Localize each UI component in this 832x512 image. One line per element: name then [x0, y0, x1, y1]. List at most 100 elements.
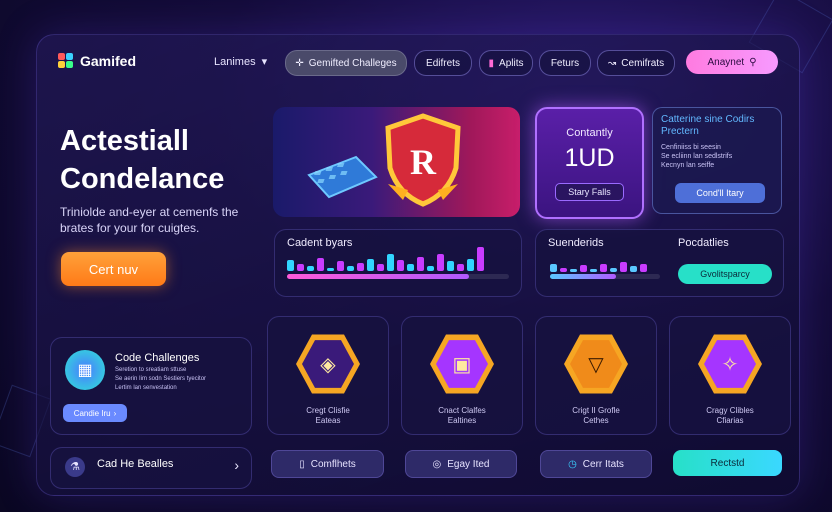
card-title: Code Challenges	[115, 352, 200, 364]
tab-cemifrats[interactable]: ↝ Cemifrats	[597, 50, 675, 76]
info-line: Cenfiniiss bi seesin	[661, 144, 721, 151]
chart-bar	[580, 265, 587, 272]
chart-bar	[640, 264, 647, 272]
search-button[interactable]: Anaynet ⚲	[686, 50, 778, 74]
chart-bar	[457, 264, 464, 271]
chart-bar	[407, 264, 414, 271]
card-button-label: Candie Iru	[73, 408, 111, 418]
stats-card-right: Suenderids Pocdatlies Gvolitsparcy	[535, 229, 784, 297]
achievement-label: Cnact Clalfes Ealtines	[438, 406, 486, 425]
arrow-icon: ↝	[607, 57, 617, 69]
trophy-icon: ▽	[588, 353, 604, 376]
nav-dropdown-label: Lanimes	[214, 55, 256, 68]
code-challenges-card[interactable]: ▦ Code Challenges Seretion to sreatiam s…	[50, 337, 252, 435]
chart-bar	[437, 254, 444, 271]
chevron-right-icon: ›	[234, 457, 239, 473]
tab-label: Cemifrats	[621, 57, 665, 69]
chart-bar	[357, 263, 364, 271]
tab-feturs[interactable]: Feturs	[539, 50, 591, 76]
chart-bar	[630, 266, 637, 272]
tab-edifrets[interactable]: Edifrets	[414, 50, 472, 76]
search-icon: ⚲	[749, 56, 757, 68]
tab-gamified-challenges[interactable]: ✛ Gemifted Challeges	[285, 50, 407, 76]
info-title: Catterine sine Codirs Prectern	[661, 114, 755, 137]
chart-bar	[477, 247, 484, 271]
tab-label: Feturs	[550, 57, 580, 69]
chart-bar	[327, 268, 334, 271]
bottle-icon: ⚗	[65, 457, 85, 477]
target-icon: ◎	[432, 458, 442, 470]
cubes-icon: ▦	[65, 350, 105, 390]
info-line: Se ecliinn lan sedlstrifs	[661, 153, 733, 160]
app-logo[interactable]: Gamifed	[58, 53, 136, 69]
chart-bar	[347, 266, 354, 271]
bottom-button-label: Cerr Itats	[582, 458, 624, 470]
chart-bar	[560, 268, 567, 272]
card-line: Se aerin Iim sodn Sestiers tyecitor	[115, 376, 207, 382]
info-button[interactable]: Cond'll Itary	[675, 183, 765, 203]
hero-title: Actestiall Condelance	[60, 122, 224, 198]
chart-bar	[590, 269, 597, 272]
stats-title: Suenderids	[548, 237, 604, 249]
tab-label: Gemifted Challeges	[308, 57, 397, 69]
hero-title-line1: Actestiall	[60, 125, 189, 157]
chart-bar	[417, 257, 424, 271]
info-card: Catterine sine Codirs Prectern Cenfiniis…	[652, 107, 782, 214]
achievement-label: Crigt II Grofle Cethes	[572, 406, 620, 425]
side-label: Cad He Bealles	[97, 458, 174, 470]
promo-card[interactable]: Contantly 1UD Stary Falls	[535, 107, 644, 219]
chart-bar	[337, 261, 344, 271]
hero-subtitle: Triniolde and-eyer at cemenfs the brates…	[60, 205, 239, 235]
achievement-card[interactable]: ▽ Crigt II Grofle Cethes	[535, 316, 657, 435]
shield-icon: ◈	[320, 353, 336, 376]
languages-dropdown[interactable]: Lanimes ▾	[214, 55, 267, 69]
chart-bar	[600, 264, 607, 272]
bottom-button[interactable]: ▯ Comflhets	[271, 450, 384, 478]
card-button[interactable]: Candie Iru ›	[63, 404, 127, 422]
info-line: Kecnyn lan seiffe	[661, 162, 715, 169]
chart-bar	[297, 264, 304, 271]
clock-icon: ◷	[568, 458, 577, 470]
achievement-card[interactable]: ✧ Cragy Clibles Cfiarias	[669, 316, 791, 435]
tab-aplits[interactable]: ▮ Aplits	[479, 50, 533, 76]
stats-action-button[interactable]: Gvolitsparcy	[678, 264, 772, 284]
logo-mark-icon	[58, 53, 74, 69]
progress-track	[550, 274, 660, 279]
chart-bar	[550, 264, 557, 272]
bottom-button[interactable]: ◎ Egay Ited	[405, 450, 517, 478]
featured-banner[interactable]: R	[273, 107, 520, 217]
bottom-primary-button[interactable]: Rectstd	[673, 450, 782, 476]
hex-badge: ▽	[564, 334, 628, 394]
promo-heading: Contantly	[566, 127, 613, 139]
keyboard-icon	[307, 155, 378, 199]
chevron-right-icon: ›	[113, 408, 117, 418]
chart-bar	[307, 266, 314, 271]
bottom-side-card[interactable]: ⚗ Cad He Bealles ›	[50, 447, 252, 489]
phone-icon: ▯	[299, 458, 305, 470]
hero-cta-button[interactable]: Cert nuv	[61, 252, 166, 286]
chart-bar	[377, 264, 384, 271]
progress-fill	[287, 274, 470, 279]
achievement-label: Cregt Clisfie Eateas	[306, 406, 350, 425]
search-label: Anaynet	[707, 56, 745, 68]
chart-bar	[427, 266, 434, 271]
achievement-card[interactable]: ◈ Cregt Clisfie Eateas	[267, 316, 389, 435]
chart-bar	[570, 269, 577, 272]
plus-icon: ✛	[295, 57, 304, 69]
hero-title-line2: Condelance	[60, 163, 225, 195]
stats-title-2: Pocdatlies	[678, 237, 729, 249]
shield-badge-icon: R	[385, 113, 461, 207]
stats-card-left: Cadent byars	[274, 229, 522, 297]
card-line: Lertim lan senvestation	[115, 385, 177, 391]
hex-badge: ▣	[430, 334, 494, 394]
promo-button[interactable]: Stary Falls	[555, 183, 624, 201]
achievement-card[interactable]: ▣ Cnact Clalfes Ealtines	[401, 316, 523, 435]
chart-bar	[610, 268, 617, 272]
svg-text:R: R	[410, 142, 437, 182]
chart-bar	[447, 261, 454, 271]
hex-badge: ✧	[698, 334, 762, 394]
bar-chart	[287, 247, 484, 271]
bottom-button[interactable]: ◷ Cerr Itats	[540, 450, 652, 478]
chart-bar	[467, 259, 474, 271]
chart-bar	[397, 260, 404, 271]
